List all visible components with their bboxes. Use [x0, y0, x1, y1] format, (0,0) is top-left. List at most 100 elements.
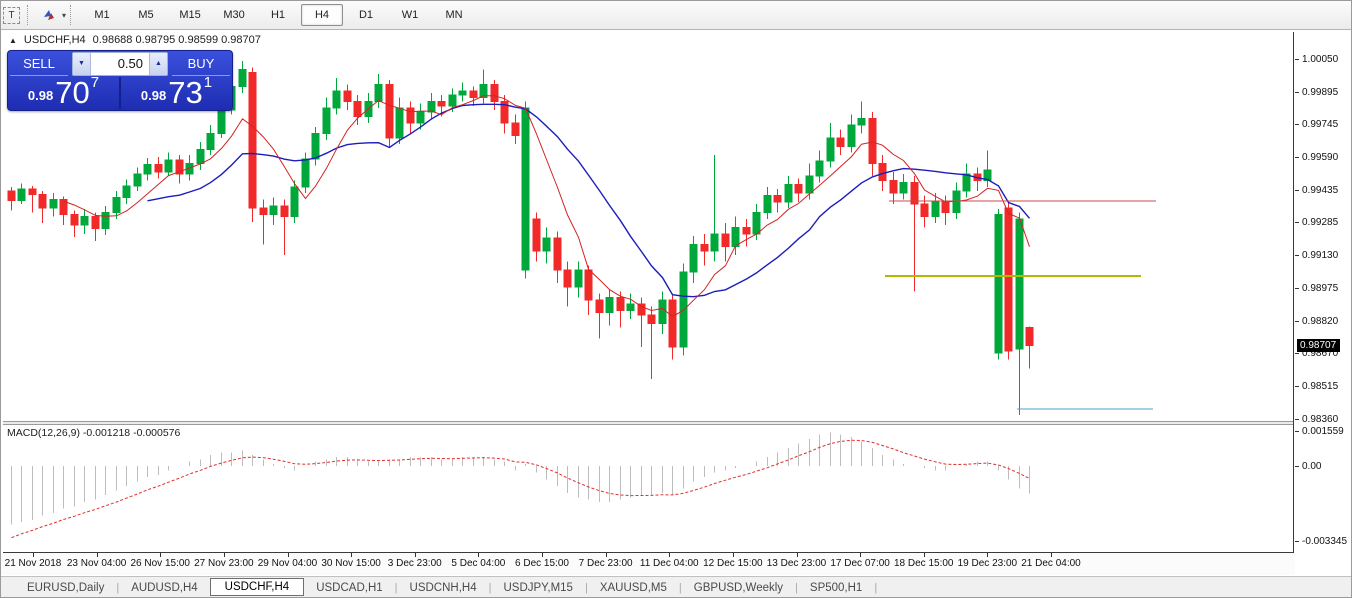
chart-area[interactable]: ▲ USDCHF,H4 0.98688 0.98795 0.98599 0.98… [1, 30, 1352, 575]
candle-body [260, 208, 267, 214]
time-axis-label: 3 Dec 23:00 [388, 558, 442, 569]
candle-body [375, 84, 382, 101]
candle-body [396, 108, 403, 138]
candle-body [144, 164, 151, 174]
timeframe-button-mn[interactable]: MN [433, 4, 475, 26]
text-tool-icon[interactable]: T [3, 7, 20, 24]
axis-tick [1295, 288, 1299, 289]
axis-tick [415, 553, 416, 557]
candle-body [1005, 208, 1012, 351]
candle-body [1016, 219, 1023, 349]
candle-body [386, 84, 393, 137]
price-axis: 1.000500.998950.997450.995900.994350.992… [1295, 30, 1352, 573]
sell-button[interactable]: SELL [10, 52, 68, 76]
tab-eurusd[interactable]: EURUSD,Daily [15, 580, 116, 596]
symbol-ohlc-line: ▲ USDCHF,H4 0.98688 0.98795 0.98599 0.98… [9, 34, 261, 46]
macd-signal-line [12, 440, 1030, 537]
candle-body [522, 108, 529, 270]
candle-body [134, 174, 141, 186]
candle-body [890, 180, 897, 193]
candle-body [249, 73, 256, 208]
timeframe-button-m5[interactable]: M5 [125, 4, 167, 26]
time-axis-label: 13 Dec 23:00 [767, 558, 827, 569]
candle-body [606, 298, 613, 313]
axis-tick [1295, 255, 1299, 256]
candle-body [596, 300, 603, 313]
time-axis-label: 17 Dec 07:00 [830, 558, 890, 569]
timeframe-button-h1[interactable]: H1 [257, 4, 299, 26]
candle-body [354, 102, 361, 117]
chevron-down-icon[interactable]: ▾ [62, 11, 66, 20]
buy-button[interactable]: BUY [172, 52, 230, 76]
buy-price[interactable]: 0.98 73 1 [121, 77, 232, 109]
axis-tick [1295, 190, 1299, 191]
timeframe-button-w1[interactable]: W1 [389, 4, 431, 26]
tab-usdjpy[interactable]: USDJPY,M15 [491, 580, 584, 596]
candle-body [900, 183, 907, 194]
candle-body [81, 217, 88, 226]
candle-body [50, 200, 57, 209]
candle-body [648, 315, 655, 324]
time-axis-label: 27 Nov 23:00 [194, 558, 254, 569]
time-axis-label: 26 Nov 15:00 [131, 558, 191, 569]
time-axis-label: 21 Nov 2018 [5, 558, 62, 569]
tab-usdcnh[interactable]: USDCNH,H4 [398, 580, 489, 596]
time-axis-label: 23 Nov 04:00 [67, 558, 127, 569]
time-axis-label: 12 Dec 15:00 [703, 558, 763, 569]
candle-body [417, 112, 424, 123]
candle-body [218, 110, 225, 133]
current-price-badge: 0.98707 [1297, 339, 1340, 352]
candle-body [554, 238, 561, 270]
candle-body [837, 138, 844, 147]
candle-body [39, 194, 46, 208]
candle-body [564, 270, 571, 287]
candle-body [333, 91, 340, 108]
price-axis-label: 0.98360 [1302, 414, 1338, 425]
sell-price[interactable]: 0.98 70 7 [8, 77, 121, 109]
candle-body [123, 186, 130, 198]
volume-increase-icon[interactable]: ▲ [149, 53, 167, 75]
timeframe-button-m15[interactable]: M15 [169, 4, 211, 26]
candle-body [575, 270, 582, 287]
candle-body [753, 212, 760, 233]
axis-tick [1295, 419, 1299, 420]
tab-gbpusd[interactable]: GBPUSD,Weekly [682, 580, 795, 596]
tab-xauusd[interactable]: XAUUSD,M5 [588, 580, 679, 596]
tab-sp500[interactable]: SP500,H1 [798, 580, 874, 596]
timeframe-button-h4[interactable]: H4 [301, 4, 343, 26]
tab-audusd[interactable]: AUDUSD,H4 [119, 580, 209, 596]
tab-usdcad[interactable]: USDCAD,H1 [304, 580, 394, 596]
macd-indicator-label: MACD(12,26,9) -0.001218 -0.000576 [7, 427, 180, 439]
axis-tick [224, 553, 225, 557]
candle-body [543, 238, 550, 251]
symbol-name: USDCHF,H4 [24, 34, 86, 46]
buy-price-sup: 1 [204, 74, 212, 91]
sell-price-sup: 7 [91, 74, 99, 91]
axis-tick [33, 553, 34, 557]
axis-tick [1295, 466, 1299, 467]
candle-body [627, 304, 634, 310]
collapse-panel-icon[interactable]: ▲ [9, 36, 17, 45]
candle-body [18, 189, 25, 201]
timeframe-button-m1[interactable]: M1 [81, 4, 123, 26]
volume-input[interactable]: 0.50 [91, 53, 149, 75]
candle-body [816, 161, 823, 176]
candle-body [879, 163, 886, 180]
timeframe-button-d1[interactable]: D1 [345, 4, 387, 26]
buy-price-small: 0.98 [141, 88, 166, 103]
axis-tick [669, 553, 670, 557]
time-axis: 21 Nov 2018 23 Nov 04:00 26 Nov 15:0027 No… [1, 553, 1295, 575]
volume-decrease-icon[interactable]: ▼ [73, 53, 91, 75]
timeframe-button-m30[interactable]: M30 [213, 4, 255, 26]
price-axis-label: 0.98820 [1302, 316, 1338, 327]
cursor-arrows-icon[interactable] [40, 6, 58, 24]
price-axis-label: 0.98515 [1302, 381, 1338, 392]
candle-body [407, 108, 414, 123]
candle-body [1026, 328, 1033, 346]
tab-usdchf[interactable]: USDCHF,H4 [210, 578, 305, 596]
axis-tick [351, 553, 352, 557]
timeframe-buttons: M1M5M15M30H1H4D1W1MN [80, 4, 476, 26]
axis-tick [478, 553, 479, 557]
candle-body [270, 206, 277, 215]
candle-body [995, 215, 1002, 354]
